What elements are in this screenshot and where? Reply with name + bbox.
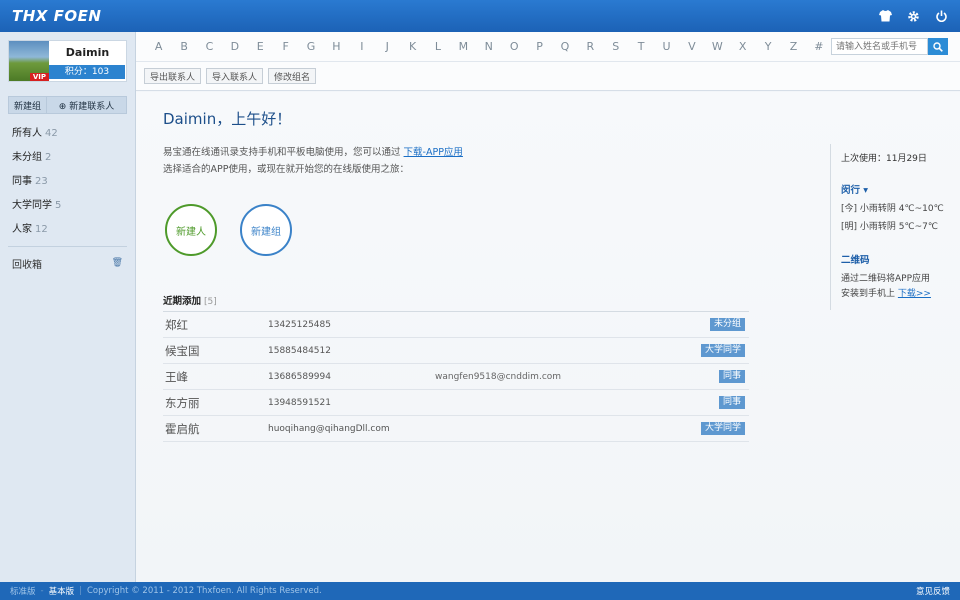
alpha-filter-k[interactable]: K <box>400 40 425 53</box>
new-group-circle-button[interactable]: 新建组 <box>240 204 292 256</box>
table-row[interactable]: 东方丽 13948591521 同事 <box>163 390 749 416</box>
alpha-filter-y[interactable]: Y <box>755 40 780 53</box>
footer: 标准版 - 基本版 | Copyright © 2011 - 2012 Thxf… <box>0 582 960 600</box>
sidebar-item-colleagues[interactable]: 同事 23 <box>0 170 135 194</box>
qr-text: 通过二维码将APP应用 安装到手机上 下载>> <box>841 274 931 299</box>
copyright-text: Copyright © 2011 - 2012 Thxfoen. All Rig… <box>86 586 322 596</box>
sidebar-item-all[interactable]: 所有人 42 <box>0 122 135 146</box>
sidebar-item-family[interactable]: 人家 12 <box>0 218 135 242</box>
alpha-filter-r[interactable]: R <box>578 40 603 53</box>
new-group-button[interactable]: 新建组 <box>9 97 47 113</box>
sidebar-item-classmates[interactable]: 大学同学 5 <box>0 194 135 218</box>
top-icons <box>878 9 948 23</box>
download-app-link[interactable]: 下载-APP应用 <box>404 147 463 158</box>
search-box <box>831 38 948 55</box>
group-tag: 未分组 <box>709 318 745 331</box>
alpha-filter-l[interactable]: L <box>425 40 450 53</box>
table-row[interactable]: 候宝国 15885484512 大学同学 <box>163 338 749 364</box>
main-content: Daimin，上午好！ 易宝通在线通讯录支持手机和平板电脑使用，您可以通过 下载… <box>136 92 960 582</box>
standard-version-link[interactable]: 标准版 <box>10 585 36 597</box>
group-tag: 同事 <box>718 396 745 409</box>
alpha-filter-b[interactable]: B <box>171 40 196 53</box>
profile-name: Daimin <box>65 46 110 59</box>
alpha-filter-a[interactable]: A <box>146 40 171 53</box>
alpha-filter-s[interactable]: S <box>603 40 628 53</box>
export-contacts-button[interactable]: 导出联系人 <box>144 68 202 84</box>
alpha-filter-z[interactable]: Z <box>781 40 806 53</box>
group-list: 所有人 42 未分组 2 同事 23 大学同学 5 人家 12 <box>0 122 135 242</box>
alpha-filter-p[interactable]: P <box>527 40 552 53</box>
profile-card: VIP Daimin 积分：103 <box>8 40 127 82</box>
alpha-filter-n[interactable]: N <box>476 40 501 53</box>
top-bar: THX FOEN <box>0 0 960 32</box>
power-icon[interactable] <box>934 9 948 23</box>
alpha-filter-x[interactable]: X <box>730 40 755 53</box>
table-row[interactable]: 王峰 13686589994 wangfen9518@cnddim.com 同事 <box>163 364 749 390</box>
search-button[interactable] <box>928 38 948 55</box>
rename-group-button[interactable]: 修改组名 <box>268 68 317 84</box>
vip-badge: VIP <box>29 73 49 81</box>
toolbar: 导出联系人 导入联系人 修改组名 <box>136 62 960 91</box>
alpha-filter-w[interactable]: W <box>705 40 730 53</box>
last-used: 上次使用：11月29日 <box>841 154 927 164</box>
qr-title: 二维码 <box>841 255 870 266</box>
alpha-filter-e[interactable]: E <box>248 40 273 53</box>
city-dropdown[interactable]: 闵行 ▾ <box>841 182 954 196</box>
weather-tomorrow: [明] 小雨转阴 5℃~7℃ <box>841 222 938 232</box>
feedback-link[interactable]: 意见反馈 <box>916 585 950 597</box>
new-contact-circle-button[interactable]: 新建人 <box>165 204 217 256</box>
divider <box>8 246 127 247</box>
alpha-filter-hash[interactable]: # <box>806 40 831 53</box>
alpha-filter-c[interactable]: C <box>197 40 222 53</box>
greeting-title: Daimin，上午好！ <box>163 110 292 128</box>
search-icon <box>933 41 943 52</box>
basic-version-link[interactable]: 基本版 <box>49 585 75 597</box>
group-actions: 新建组 ⊕ 新建联系人 <box>8 96 127 114</box>
trash-icon[interactable]: 🗑 <box>112 258 123 268</box>
group-tag: 同事 <box>718 370 745 383</box>
alpha-filter-j[interactable]: J <box>375 40 400 53</box>
gear-icon[interactable] <box>906 9 920 23</box>
new-contact-button[interactable]: ⊕ 新建联系人 <box>47 97 126 113</box>
intro-text: 易宝通在线通讯录支持手机和平板电脑使用，您可以通过 下载-APP应用 选择适合的… <box>163 147 463 175</box>
qr-download-link[interactable]: 下载>> <box>898 289 931 299</box>
right-panel: 上次使用：11月29日 闵行 ▾ [今] 小雨转阴 4℃~10℃ [明] 小雨转… <box>830 144 954 310</box>
recent-title: 近期添加 [5] <box>163 292 749 312</box>
recent-contacts: 近期添加 [5] 郑红 13425125485 未分组 候宝国 15885484512 大… <box>163 292 749 442</box>
alpha-filter-h[interactable]: H <box>324 40 349 53</box>
table-row[interactable]: 霍启航 huoqihang@qihangDll.com 大学同学 <box>163 416 749 442</box>
weather-today: [今] 小雨转阴 4℃~10℃ <box>841 204 944 214</box>
sidebar-item-trash[interactable]: 回收箱 🗑 <box>0 251 135 275</box>
alpha-filter-o[interactable]: O <box>501 40 526 53</box>
sidebar: VIP Daimin 积分：103 新建组 ⊕ 新建联系人 所有人 42 未分组 2… <box>0 32 136 582</box>
table-row[interactable]: 郑红 13425125485 未分组 <box>163 312 749 338</box>
alpha-filter-t[interactable]: T <box>628 40 653 53</box>
group-tag: 大学同学 <box>700 422 745 435</box>
search-input[interactable] <box>831 38 928 55</box>
alpha-filter-u[interactable]: U <box>654 40 679 53</box>
alpha-filter-f[interactable]: F <box>273 40 298 53</box>
group-tag: 大学同学 <box>700 344 745 357</box>
app-logo: THX FOEN <box>12 7 102 25</box>
alpha-filter-d[interactable]: D <box>222 40 247 53</box>
avatar[interactable]: VIP <box>9 41 49 81</box>
import-contacts-button[interactable]: 导入联系人 <box>206 68 264 84</box>
alpha-filter-q[interactable]: Q <box>552 40 577 53</box>
alpha-filter-i[interactable]: I <box>349 40 374 53</box>
alpha-filter-m[interactable]: M <box>451 40 476 53</box>
trash-label: 回收箱 <box>12 259 42 271</box>
sidebar-item-ungrouped[interactable]: 未分组 2 <box>0 146 135 170</box>
alphabet-letters: A B C D E F G H I J K L M N O P Q R S T U V W X Y Z # <box>146 40 832 53</box>
alpha-filter-g[interactable]: G <box>298 40 323 53</box>
shirt-icon[interactable] <box>878 9 892 23</box>
points-badge: 积分：103 <box>49 65 125 79</box>
alpha-filter-v[interactable]: V <box>679 40 704 53</box>
alphabet-bar: A B C D E F G H I J K L M N O P Q R S T U V W X Y Z # <box>136 32 960 62</box>
